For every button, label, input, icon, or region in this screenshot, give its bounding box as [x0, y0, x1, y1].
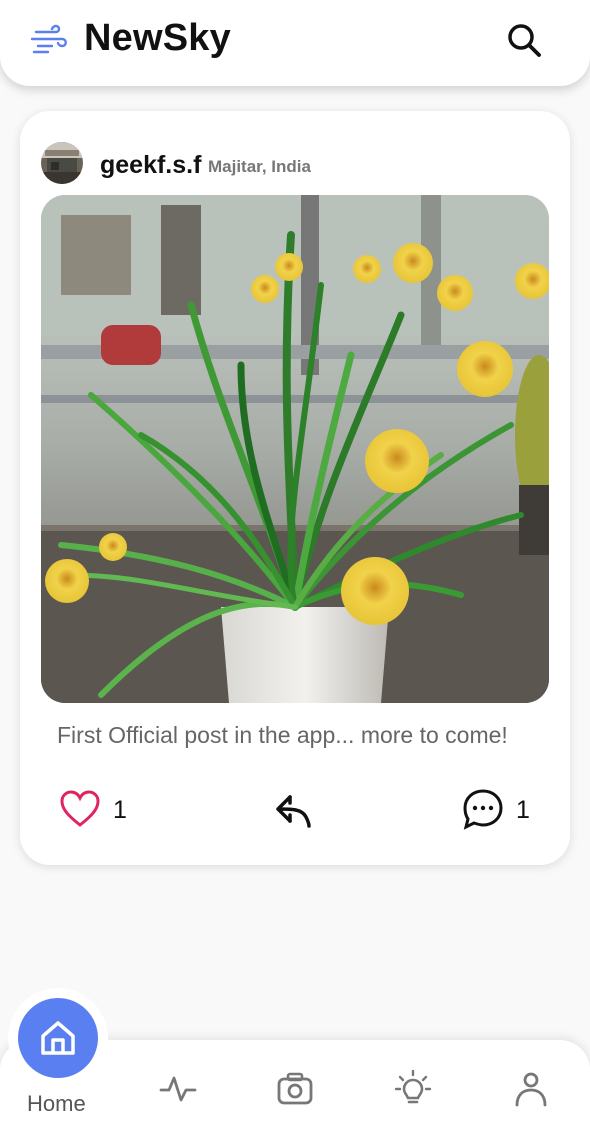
like-count: 1 — [113, 796, 127, 824]
search-icon[interactable] — [504, 20, 544, 60]
comment-icon[interactable] — [462, 788, 504, 830]
heart-icon[interactable] — [60, 790, 100, 828]
avatar[interactable] — [41, 142, 83, 184]
bulb-icon[interactable] — [394, 1070, 432, 1108]
wind-icon — [30, 24, 67, 54]
post-image[interactable] — [41, 195, 549, 703]
home-icon — [41, 1021, 75, 1055]
post-caption: First Official post in the app... more t… — [57, 722, 508, 748]
post-location: Majitar, India — [208, 157, 311, 176]
nav-home-button[interactable] — [18, 998, 98, 1078]
share-icon[interactable] — [274, 789, 314, 829]
profile-icon[interactable] — [512, 1070, 550, 1108]
nav-home-label[interactable]: Home — [27, 1091, 86, 1117]
comment-count: 1 — [516, 796, 530, 824]
camera-icon[interactable] — [276, 1070, 314, 1108]
post-username[interactable]: geekf.s.f — [100, 151, 201, 180]
activity-icon[interactable] — [159, 1070, 197, 1108]
app-title: NewSky — [84, 17, 231, 59]
app-header: NewSky — [0, 0, 590, 86]
post-card: geekf.s.f Majitar, India First Official … — [20, 111, 570, 865]
